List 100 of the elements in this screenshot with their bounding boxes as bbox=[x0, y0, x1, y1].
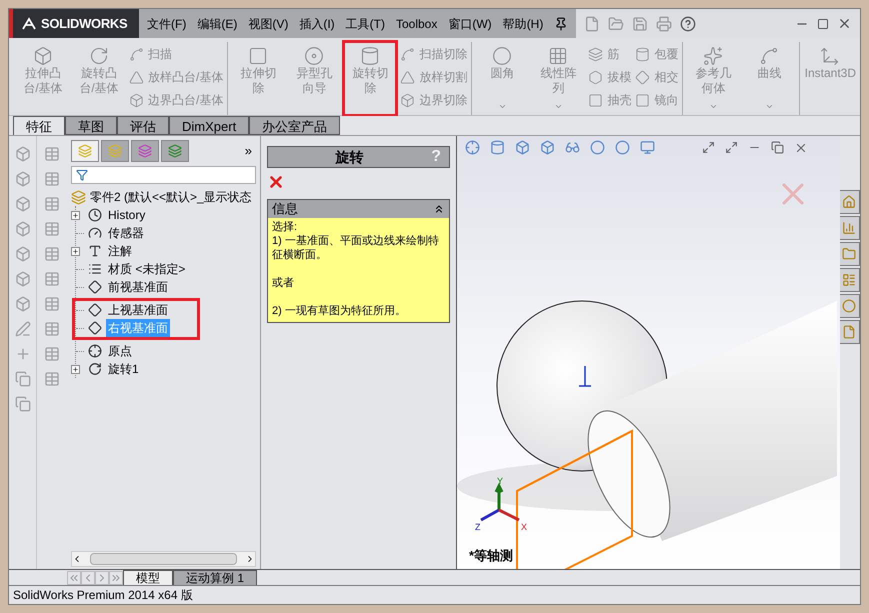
toolbar-icon[interactable] bbox=[44, 221, 60, 237]
maximize-icon[interactable] bbox=[817, 18, 829, 30]
toolbar-icon[interactable] bbox=[632, 16, 648, 32]
command-tab[interactable]: 特征 bbox=[13, 116, 65, 135]
task-pane-tab[interactable] bbox=[838, 294, 860, 318]
tree-item[interactable]: 旋转1 bbox=[106, 360, 141, 378]
toolbar-icon[interactable] bbox=[44, 246, 60, 262]
tree-item[interactable]: 原点 bbox=[106, 342, 134, 360]
toolbar-icon[interactable] bbox=[14, 396, 30, 412]
view-toolbar-icon[interactable] bbox=[490, 140, 505, 155]
command-icon bbox=[703, 46, 724, 66]
command-tab[interactable]: DimXpert bbox=[169, 116, 250, 135]
toolbar-icon[interactable] bbox=[14, 371, 30, 387]
view-toolbar-icon[interactable] bbox=[465, 140, 480, 155]
menu-item[interactable]: 窗口(W) bbox=[448, 14, 492, 32]
view-toolbar-icon[interactable] bbox=[640, 140, 655, 155]
model-tab[interactable]: 模型 bbox=[123, 570, 173, 586]
view-toolbar-icon[interactable] bbox=[515, 140, 530, 155]
tree-item[interactable]: 上视基准面 bbox=[106, 301, 170, 319]
toolbar-icon[interactable] bbox=[44, 171, 60, 187]
task-pane-tab[interactable] bbox=[838, 268, 860, 292]
view-toolbar-icon[interactable] bbox=[590, 140, 605, 155]
command-icon bbox=[248, 46, 268, 66]
view-toolbar-icon[interactable] bbox=[615, 140, 630, 155]
tab-icon bbox=[138, 144, 152, 158]
toolbar-icon[interactable] bbox=[584, 16, 600, 32]
menu-item[interactable]: 视图(V) bbox=[248, 14, 288, 32]
expand-icon[interactable] bbox=[71, 364, 80, 374]
toolbar-icon[interactable] bbox=[14, 246, 30, 262]
tree-item[interactable]: 前视基准面 bbox=[106, 278, 170, 296]
dropdown-caret-icon bbox=[764, 102, 774, 111]
toolbar-icon[interactable] bbox=[44, 146, 60, 162]
panel-tab[interactable] bbox=[71, 140, 99, 162]
panel-tab[interactable] bbox=[161, 140, 189, 162]
command-tab[interactable]: 办公室产品 bbox=[249, 116, 340, 135]
info-message: 2) 一现有草图为特征所用。 bbox=[272, 304, 407, 318]
logo-icon bbox=[21, 16, 37, 32]
view-toolbar-icon[interactable] bbox=[540, 140, 555, 155]
filter-field[interactable] bbox=[71, 166, 256, 184]
toolbar-icon[interactable] bbox=[14, 271, 30, 287]
task-pane-tab[interactable] bbox=[838, 242, 860, 266]
tree-item-icon bbox=[88, 321, 102, 335]
toolbar-icon[interactable] bbox=[14, 196, 30, 212]
menu-item[interactable]: 编辑(E) bbox=[197, 14, 238, 32]
pin-icon[interactable] bbox=[554, 16, 568, 30]
toolbar-icon[interactable] bbox=[14, 171, 30, 187]
menu-item[interactable]: 帮助(H) bbox=[502, 14, 544, 32]
toolbar-icon[interactable] bbox=[44, 371, 60, 387]
task-pane-icon bbox=[842, 195, 856, 209]
tree-item[interactable]: 注解 bbox=[106, 242, 134, 260]
restore-icon[interactable] bbox=[771, 141, 784, 154]
expand-icon[interactable] bbox=[71, 246, 80, 256]
expand-icon[interactable] bbox=[71, 210, 80, 220]
tree-item[interactable]: 传感器 bbox=[106, 224, 146, 242]
task-pane-tab[interactable] bbox=[838, 190, 860, 214]
task-pane-icon bbox=[842, 247, 856, 261]
tree-item-icon bbox=[88, 280, 102, 294]
tab-icon bbox=[78, 144, 92, 158]
dropdown-caret-icon bbox=[554, 102, 563, 111]
toolbar-icon[interactable] bbox=[14, 146, 30, 162]
panel-tab[interactable] bbox=[101, 140, 129, 162]
toolbar-icon[interactable] bbox=[44, 271, 60, 287]
toolbar-icon[interactable] bbox=[14, 221, 30, 237]
menu-item[interactable]: 插入(I) bbox=[299, 14, 335, 32]
info-message: 或者 bbox=[272, 276, 295, 290]
menu-item[interactable]: 文件(F) bbox=[147, 14, 186, 32]
toolbar-icon[interactable] bbox=[14, 296, 30, 312]
toolbar-icon[interactable] bbox=[656, 16, 672, 32]
menu-item[interactable]: Toolbox bbox=[396, 14, 438, 32]
panel-tab[interactable] bbox=[131, 140, 159, 162]
toolbar-icon[interactable] bbox=[14, 321, 30, 337]
command-icon bbox=[548, 46, 568, 66]
toolbar-icon[interactable] bbox=[14, 346, 30, 362]
axis-triad-drawing: Y Z X bbox=[469, 476, 533, 532]
model-tab[interactable]: 运动算例 1 bbox=[173, 570, 258, 586]
command-tab[interactable]: 草图 bbox=[65, 116, 117, 135]
view-toolbar-icon[interactable] bbox=[702, 141, 715, 154]
task-pane-tab[interactable] bbox=[838, 320, 860, 344]
toolbar-icon[interactable] bbox=[44, 296, 60, 312]
view-orientation-label: *等轴测 bbox=[469, 548, 514, 564]
menu-item[interactable]: 工具(T) bbox=[346, 14, 385, 32]
section-header[interactable]: 信息 bbox=[268, 200, 449, 218]
cancel-icon[interactable] bbox=[267, 173, 285, 191]
tree-item[interactable]: History bbox=[106, 206, 148, 224]
toolbar-icon[interactable] bbox=[44, 321, 60, 337]
close-icon[interactable] bbox=[837, 16, 852, 31]
tree-item[interactable]: 材质 <未指定> bbox=[106, 260, 188, 278]
expand-text[interactable]: » bbox=[244, 141, 256, 161]
toolbar-icon[interactable] bbox=[44, 196, 60, 212]
tree-item-icon bbox=[88, 244, 102, 258]
tree-item-icon bbox=[88, 303, 102, 317]
toolbar-icon[interactable] bbox=[608, 16, 624, 32]
help-icon[interactable] bbox=[680, 16, 696, 32]
command-tab[interactable]: 评估 bbox=[117, 116, 169, 135]
toolbar-icon[interactable] bbox=[44, 346, 60, 362]
horizontal-scrollbar[interactable] bbox=[71, 551, 256, 567]
command-icon bbox=[492, 46, 512, 66]
view-toolbar-icon[interactable] bbox=[565, 140, 580, 155]
view-toolbar-icon[interactable] bbox=[725, 141, 738, 154]
task-pane-tab[interactable] bbox=[838, 216, 860, 240]
